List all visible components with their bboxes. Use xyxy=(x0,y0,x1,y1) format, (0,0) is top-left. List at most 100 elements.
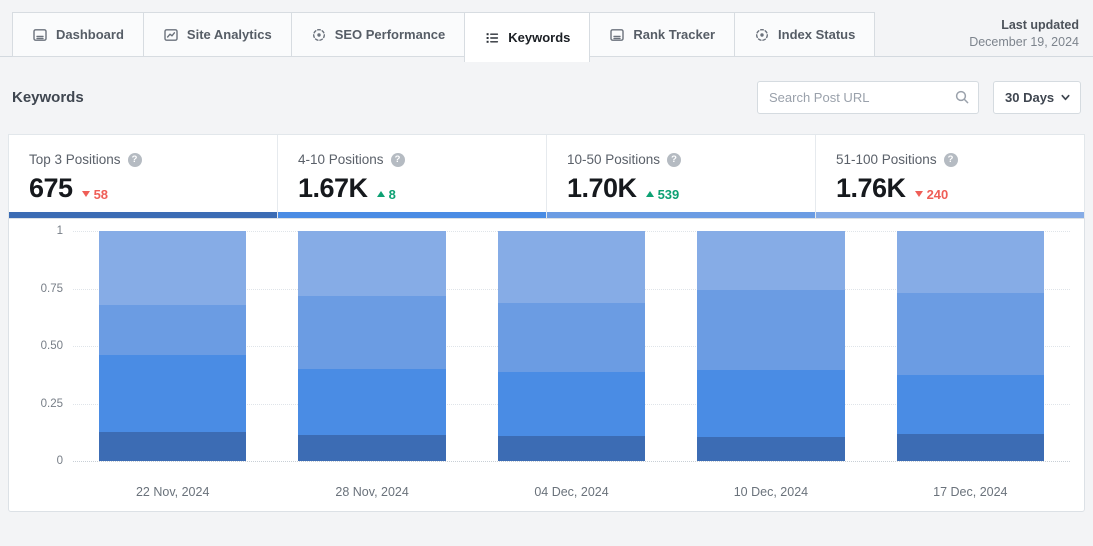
bar-slot xyxy=(871,231,1070,461)
stat-card-10-50-positions[interactable]: 10-50 Positions ? 1.70K 539 xyxy=(547,135,816,218)
help-icon[interactable]: ? xyxy=(667,152,682,167)
bar-segment-4-10-positions xyxy=(497,372,646,436)
stat-card-delta: 8 xyxy=(388,186,396,202)
x-axis-label: 04 Dec, 2024 xyxy=(534,485,609,499)
help-icon[interactable]: ? xyxy=(390,152,405,167)
bars-container xyxy=(73,231,1070,461)
help-icon[interactable]: ? xyxy=(943,152,958,167)
date-range-select[interactable]: 30 Days xyxy=(993,81,1081,114)
stat-card-label: 51-100 Positions xyxy=(836,152,937,167)
stat-card-4-10-positions[interactable]: 4-10 Positions ? 1.67K 8 xyxy=(278,135,547,218)
stat-card-label: 4-10 Positions xyxy=(298,152,384,167)
y-axis-tick: 0.25 xyxy=(40,397,63,410)
stat-card-value: 1.76K xyxy=(836,173,906,203)
tab-label: Dashboard xyxy=(56,27,124,42)
bar-segment-51-100-positions xyxy=(98,231,247,306)
stat-card-delta: 58 xyxy=(93,186,109,202)
keywords-icon xyxy=(484,30,500,46)
stacked-bar-22-nov-2024[interactable] xyxy=(98,231,247,461)
page-title: Keywords xyxy=(12,89,84,106)
bar-segment-10-50-positions xyxy=(497,303,646,372)
stat-card-top-3-positions[interactable]: Top 3 Positions ? 675 58 xyxy=(9,135,278,218)
last-updated-label: Last updated xyxy=(1001,18,1079,32)
bar-segment-51-100-positions xyxy=(497,231,646,304)
search-statistics-app: Dashboard Site Analytics SEO Performance Ke… xyxy=(0,0,1093,546)
toolbar: Keywords 30 Days xyxy=(12,81,1081,114)
seo-performance-icon xyxy=(311,27,327,43)
bar-segment-top-3-positions xyxy=(497,435,646,461)
tab-seo-performance[interactable]: SEO Performance xyxy=(290,12,466,57)
trend-up-icon xyxy=(645,191,654,197)
tab-index-status[interactable]: Index Status xyxy=(734,12,876,57)
bar-segment-top-3-positions xyxy=(298,435,446,461)
stacked-bar-04-dec-2024[interactable] xyxy=(497,231,646,461)
trend-down-icon xyxy=(81,191,90,197)
stat-card-value: 675 xyxy=(29,173,73,203)
bar-segment-4-10-positions xyxy=(896,375,1045,434)
bar-segment-10-50-positions xyxy=(298,296,446,369)
bar-segment-10-50-positions xyxy=(896,293,1045,376)
tab-keywords[interactable]: Keywords xyxy=(464,12,591,62)
x-axis-label: 17 Dec, 2024 xyxy=(933,485,1008,499)
index-status-icon xyxy=(754,27,770,43)
bar-segment-51-100-positions xyxy=(896,231,1045,294)
stat-cards: Top 3 Positions ? 675 58 4-10 Positions … xyxy=(8,134,1085,218)
x-axis-label: 28 Nov, 2024 xyxy=(335,485,409,499)
stacked-bar-10-dec-2024[interactable] xyxy=(697,231,845,461)
search-post-url xyxy=(757,81,979,114)
stat-card-label: 10-50 Positions xyxy=(567,152,661,167)
stat-card-label: Top 3 Positions xyxy=(29,152,121,167)
date-range-value: 30 Days xyxy=(1005,90,1055,105)
bar-slot xyxy=(472,231,671,461)
trend-down-icon xyxy=(914,191,923,197)
chevron-down-icon xyxy=(1060,92,1071,103)
stacked-bar-28-nov-2024[interactable] xyxy=(298,231,446,461)
tab-label: Keywords xyxy=(508,30,571,45)
stat-card-value: 1.70K xyxy=(567,173,637,203)
chart-x-labels: 22 Nov, 2024 28 Nov, 2024 04 Dec, 2024 10 D… xyxy=(73,471,1070,499)
bar-segment-10-50-positions xyxy=(98,305,247,355)
gridline xyxy=(73,461,1070,462)
stacked-bar-17-dec-2024[interactable] xyxy=(896,231,1045,461)
bar-segment-4-10-positions xyxy=(697,370,845,438)
bar-segment-51-100-positions xyxy=(298,231,446,297)
tab-bar: Dashboard Site Analytics SEO Performance Ke… xyxy=(0,12,1093,62)
x-axis-label: 22 Nov, 2024 xyxy=(135,485,210,499)
site-analytics-icon xyxy=(163,27,179,43)
bar-segment-top-3-positions xyxy=(697,437,845,461)
stat-card-51-100-positions[interactable]: 51-100 Positions ? 1.76K 240 xyxy=(816,135,1084,218)
y-axis-tick: 0 xyxy=(56,455,63,467)
bar-segment-4-10-positions xyxy=(298,368,446,436)
trend-up-icon xyxy=(376,191,385,197)
bar-slot xyxy=(272,231,471,461)
tab-label: Rank Tracker xyxy=(633,27,716,42)
help-icon[interactable]: ? xyxy=(127,152,142,167)
y-axis-tick: 0.50 xyxy=(40,340,63,352)
tabs-container: Dashboard Site Analytics SEO Performance Ke… xyxy=(12,12,876,62)
bar-slot xyxy=(73,231,272,461)
chart-plot-area: 1 0.75 0.50 0.25 0 xyxy=(41,225,1070,467)
stat-card-delta: 240 xyxy=(926,186,949,202)
stat-card-value: 1.67K xyxy=(298,173,368,203)
tab-rank-tracker[interactable]: Rank Tracker xyxy=(589,12,736,57)
dashboard-icon xyxy=(32,27,48,43)
last-updated: Last updated December 19, 2024 xyxy=(969,17,1079,51)
bar-segment-10-50-positions xyxy=(697,289,845,371)
tab-dashboard[interactable]: Dashboard xyxy=(12,12,144,57)
last-updated-date: December 19, 2024 xyxy=(969,35,1079,49)
y-axis-tick: 1 xyxy=(56,225,63,237)
bar-segment-51-100-positions xyxy=(697,231,845,290)
bar-segment-4-10-positions xyxy=(98,354,247,433)
positions-chart-panel: 1 0.75 0.50 0.25 0 22 Nov, 2024 28 Nov, 2024 0… xyxy=(8,218,1085,512)
tab-label: Index Status xyxy=(778,27,856,42)
bar-slot xyxy=(671,231,870,461)
stat-card-delta: 539 xyxy=(657,186,680,202)
tab-label: SEO Performance xyxy=(334,27,446,42)
tab-label: Site Analytics xyxy=(186,27,272,42)
y-axis-tick: 0.75 xyxy=(40,282,63,295)
tab-site-analytics[interactable]: Site Analytics xyxy=(142,12,292,57)
bar-segment-top-3-positions xyxy=(896,433,1045,461)
bar-segment-top-3-positions xyxy=(98,432,247,461)
rank-tracker-icon xyxy=(609,27,625,43)
search-input[interactable] xyxy=(757,81,979,114)
